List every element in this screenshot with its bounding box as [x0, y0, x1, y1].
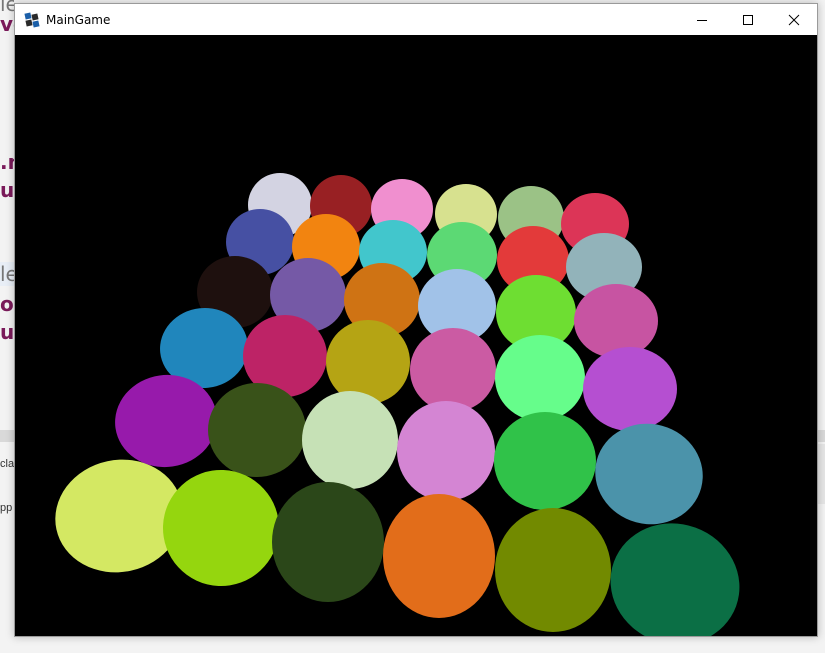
ball: [494, 412, 596, 510]
background-text-fragment: ur: [0, 320, 14, 344]
window-controls: [679, 4, 817, 35]
ball: [495, 335, 585, 421]
ball: [383, 494, 495, 618]
ball: [326, 320, 410, 404]
ball: [208, 383, 306, 477]
ball: [574, 284, 658, 358]
close-button[interactable]: [771, 4, 817, 35]
game-canvas[interactable]: [15, 35, 817, 636]
maximize-icon: [743, 14, 753, 25]
ball: [583, 347, 677, 431]
ball: [610, 523, 740, 636]
ball: [163, 470, 279, 586]
ball-scene: [55, 173, 740, 636]
background-text-fragment: le: [0, 262, 14, 286]
minimize-icon: [697, 19, 707, 21]
background-text-fragment: .n: [0, 150, 14, 174]
ball: [595, 423, 703, 525]
ball: [272, 482, 384, 602]
title-bar[interactable]: MainGame: [15, 4, 817, 35]
ball: [302, 391, 398, 489]
minimize-button[interactable]: [679, 4, 725, 35]
ball: [397, 401, 495, 501]
ball: [410, 328, 496, 412]
background-text-fragment: ol: [0, 292, 14, 316]
close-icon: [788, 14, 800, 25]
maximize-button[interactable]: [725, 4, 771, 35]
background-text-fragment: vo: [0, 12, 14, 36]
app-icon: [24, 11, 40, 28]
window-title: MainGame: [46, 12, 111, 27]
background-text-fragment: ur: [0, 178, 14, 202]
ball: [495, 508, 611, 632]
game-window: MainGame: [14, 3, 818, 637]
